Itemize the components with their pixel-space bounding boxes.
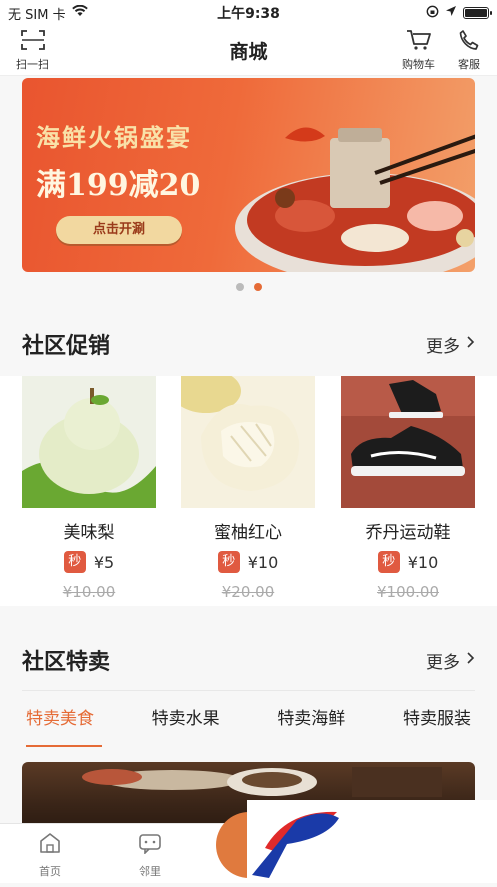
indicator-dot-active[interactable] [253,283,262,291]
status-left: 无 SIM 卡 [8,4,88,23]
tab-home[interactable]: 首页 [0,824,100,883]
special-tabs: 特卖美食 特卖水果 特卖海鲜 特卖服装 [22,690,475,747]
service-button[interactable]: 客服 [457,29,481,72]
tab-clothing[interactable]: 特卖服装 [399,694,475,739]
original-price: ¥20.00 [221,583,275,601]
chat-icon [137,832,163,857]
cart-icon [406,29,432,54]
special-section-header: 社区特卖 更多 [22,644,475,676]
tab-food[interactable]: 特卖美食 [22,694,102,747]
promo-item-name: 蜜柚红心 [214,523,282,543]
sneaker-image [341,376,475,508]
chevron-right-icon [466,334,475,354]
promo-price-row: 秒 ¥10 [341,551,475,573]
special-more-label: 更多 [426,652,460,673]
promo-price: ¥10 [247,552,279,572]
carrier-text: 无 SIM 卡 [8,7,66,23]
original-price: ¥100.00 [376,583,440,601]
wifi-icon [71,4,88,21]
promo-more-link[interactable]: 更多 [426,332,475,357]
cart-label: 购物车 [402,58,435,71]
navbar: 扫一扫 商城 购物车 客服 [0,26,497,76]
hotpot-illustration [235,127,475,272]
promo-item-name: 乔丹运动鞋 [365,523,451,543]
flash-sale-badge: 秒 [377,551,400,573]
tab-neighbors[interactable]: 邻里 [100,824,200,883]
indicator-dot[interactable] [235,283,244,291]
special-more-link[interactable]: 更多 [426,648,475,673]
status-right [426,5,492,22]
battery-icon [463,7,492,19]
special-section-title: 社区特卖 [22,650,111,675]
promo-section-title: 社区促销 [22,334,111,359]
promo-list: 美味梨 秒 ¥5 ¥10.00 蜜柚红心 秒 ¥10 ¥20.00 乔丹运动鞋 … [0,376,497,606]
watermark-logo [247,800,497,883]
flash-sale-badge: 秒 [63,551,86,573]
tab-fruit[interactable]: 特卖水果 [148,694,224,739]
tab-neighbors-label: 邻里 [139,865,161,878]
promo-price: ¥10 [407,552,439,572]
banner-title: 海鲜火锅盛宴 [36,123,192,152]
banner-subtitle: 满199减20 [36,168,201,203]
home-icon [38,832,62,857]
promo-price-row: 秒 ¥5 [22,551,156,573]
status-bar: 无 SIM 卡 上午9:38 [0,0,497,26]
orientation-lock-icon [426,5,439,22]
nav-right: 购物车 客服 [402,29,481,72]
banner-indicator [0,283,497,291]
promo-banner[interactable]: 海鲜火锅盛宴 满199减20 点击开涮 [22,78,475,272]
pear-image [22,376,156,508]
location-icon [445,5,457,21]
promo-item[interactable]: 蜜柚红心 秒 ¥10 ¥20.00 [181,376,315,601]
scan-label: 扫一扫 [16,58,49,71]
promo-price: ¥5 [93,552,115,572]
phone-icon [457,29,481,54]
promo-item[interactable]: 乔丹运动鞋 秒 ¥10 ¥100.00 [341,376,475,601]
service-label: 客服 [458,58,480,71]
promo-item[interactable]: 美味梨 秒 ¥5 ¥10.00 [22,376,156,601]
original-price: ¥10.00 [62,583,116,601]
promo-section-header: 社区促销 更多 [22,328,475,360]
flash-sale-badge: 秒 [217,551,240,573]
scan-icon [20,29,46,54]
cart-button[interactable]: 购物车 [402,29,435,72]
scan-button[interactable]: 扫一扫 [16,29,49,72]
tab-seafood[interactable]: 特卖海鲜 [273,694,349,739]
promo-item-name: 美味梨 [63,523,115,543]
promo-price-row: 秒 ¥10 [181,551,315,573]
chevron-right-icon [466,650,475,670]
banner-button[interactable]: 点击开涮 [56,216,182,244]
pomelo-image [181,376,315,508]
promo-more-label: 更多 [426,336,460,357]
tab-home-label: 首页 [39,865,61,878]
